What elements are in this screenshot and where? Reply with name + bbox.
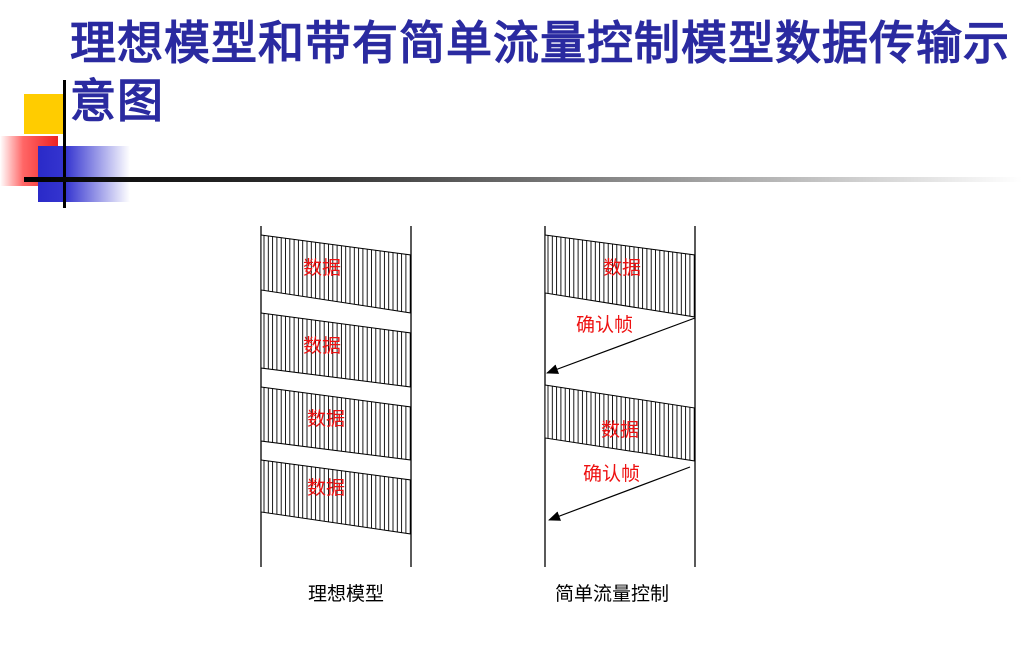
ideal-model-caption: 理想模型 — [308, 583, 384, 605]
ideal-frame-label: 数据 — [303, 257, 341, 279]
flow-control-caption: 简单流量控制 — [555, 583, 669, 605]
ideal-model: 数据 数据 数据 数据 理想模型 — [260, 226, 412, 605]
flow-frame-label: 数据 — [603, 257, 641, 279]
ack-frame-label: 确认帧 — [576, 314, 633, 336]
ideal-frame-label: 数据 — [307, 477, 345, 499]
ack-frame-label: 确认帧 — [583, 463, 640, 485]
flow-control-model: 数据 数据 确认帧 确认帧 简单流量控制 — [544, 226, 696, 605]
ideal-frame-label: 数据 — [303, 335, 341, 357]
ideal-frame-label: 数据 — [307, 408, 345, 430]
flow-frame-label: 数据 — [601, 419, 639, 441]
transmission-diagram: 数据 数据 数据 数据 理想模型 数据 数据 确认帧 确认帧 简单流量控制 — [260, 226, 696, 605]
